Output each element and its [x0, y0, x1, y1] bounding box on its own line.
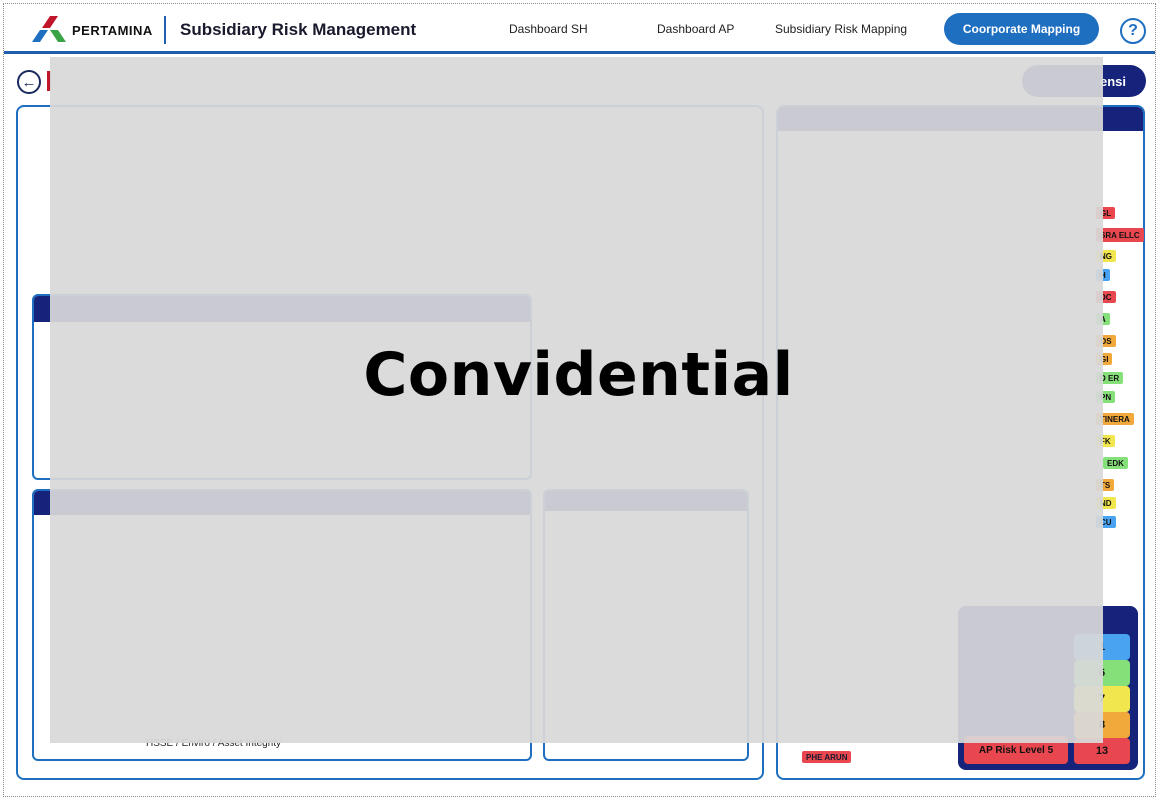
- subsidiary-tag[interactable]: SRA ELLC: [1096, 228, 1144, 242]
- nav-dashboard-ap[interactable]: Dashboard AP: [657, 22, 734, 36]
- confidential-text: Convidential: [363, 340, 794, 410]
- nav-dashboard-sh[interactable]: Dashboard SH: [509, 22, 588, 36]
- confidential-overlay: Convidential: [50, 57, 1103, 743]
- header-divider: [164, 16, 166, 44]
- top-header: PERTAMINA Subsidiary Risk Management Das…: [4, 4, 1155, 54]
- app-title: Subsidiary Risk Management: [180, 20, 417, 39]
- nav-subsidiary-risk-mapping[interactable]: Subsidiary Risk Mapping: [775, 22, 907, 36]
- help-icon[interactable]: ?: [1120, 18, 1146, 44]
- pertamina-logo[interactable]: PERTAMINA: [30, 15, 153, 45]
- back-arrow-icon[interactable]: ←: [17, 70, 41, 94]
- subsidiary-tag-phe-arun[interactable]: PHE ARUN: [802, 751, 852, 763]
- logo-text: PERTAMINA: [72, 22, 153, 38]
- corporate-mapping-button[interactable]: Coorporate Mapping: [944, 13, 1099, 45]
- subsidiary-tag[interactable]: EDK: [1103, 457, 1128, 469]
- pertamina-logo-icon: [32, 16, 66, 42]
